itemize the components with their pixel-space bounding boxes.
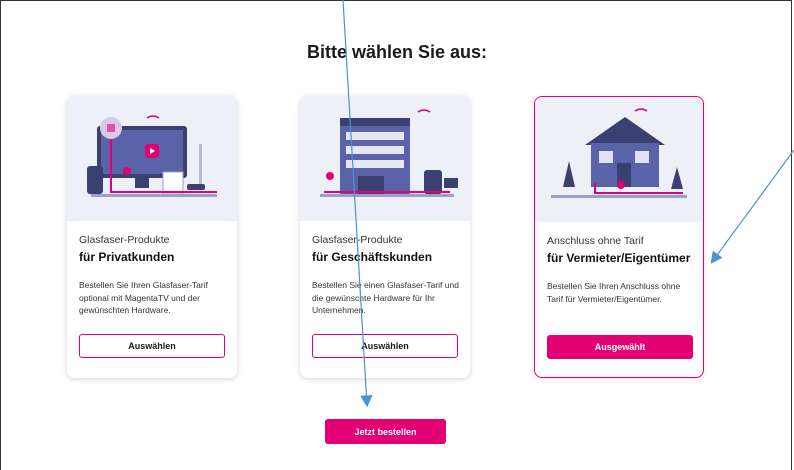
card-vermieter-eigentuemer[interactable]: Anschluss ohne Tarif für Vermieter/Eigen… <box>534 96 704 378</box>
office-building-illustration <box>300 96 470 221</box>
card-title: für Geschäftskunden <box>312 250 433 264</box>
card-geschaeftskunden[interactable]: Glasfaser-Produkte für Geschäftskunden B… <box>300 96 470 378</box>
tv-illustration <box>67 96 237 221</box>
card-description: Bestellen Sie Ihren Anschluss ohne Tarif… <box>547 281 681 304</box>
card-description: Bestellen Sie einen Glasfaser-Tarif und … <box>312 280 459 315</box>
selected-button-vermieter[interactable]: Ausgewählt <box>547 335 693 359</box>
card-privatkunden[interactable]: Glasfaser-Produkte für Privatkunden Best… <box>67 96 237 378</box>
house-illustration <box>535 97 703 222</box>
card-subtitle: Anschluss ohne Tarif <box>547 235 644 247</box>
card-subtitle: Glasfaser-Produkte <box>79 234 170 246</box>
select-button-privatkunden[interactable]: Auswählen <box>79 334 225 358</box>
card-title: für Vermieter/Eigentümer <box>547 251 691 265</box>
select-button-geschaeftskunden[interactable]: Auswählen <box>312 334 458 358</box>
card-description: Bestellen Sie Ihren Glasfaser-Tarif opti… <box>79 280 208 315</box>
order-now-button[interactable]: Jetzt bestellen <box>325 419 446 444</box>
card-title: für Privatkunden <box>79 250 175 264</box>
page-title: Bitte wählen Sie aus: <box>306 42 488 62</box>
card-subtitle: Glasfaser-Produkte <box>312 234 403 246</box>
